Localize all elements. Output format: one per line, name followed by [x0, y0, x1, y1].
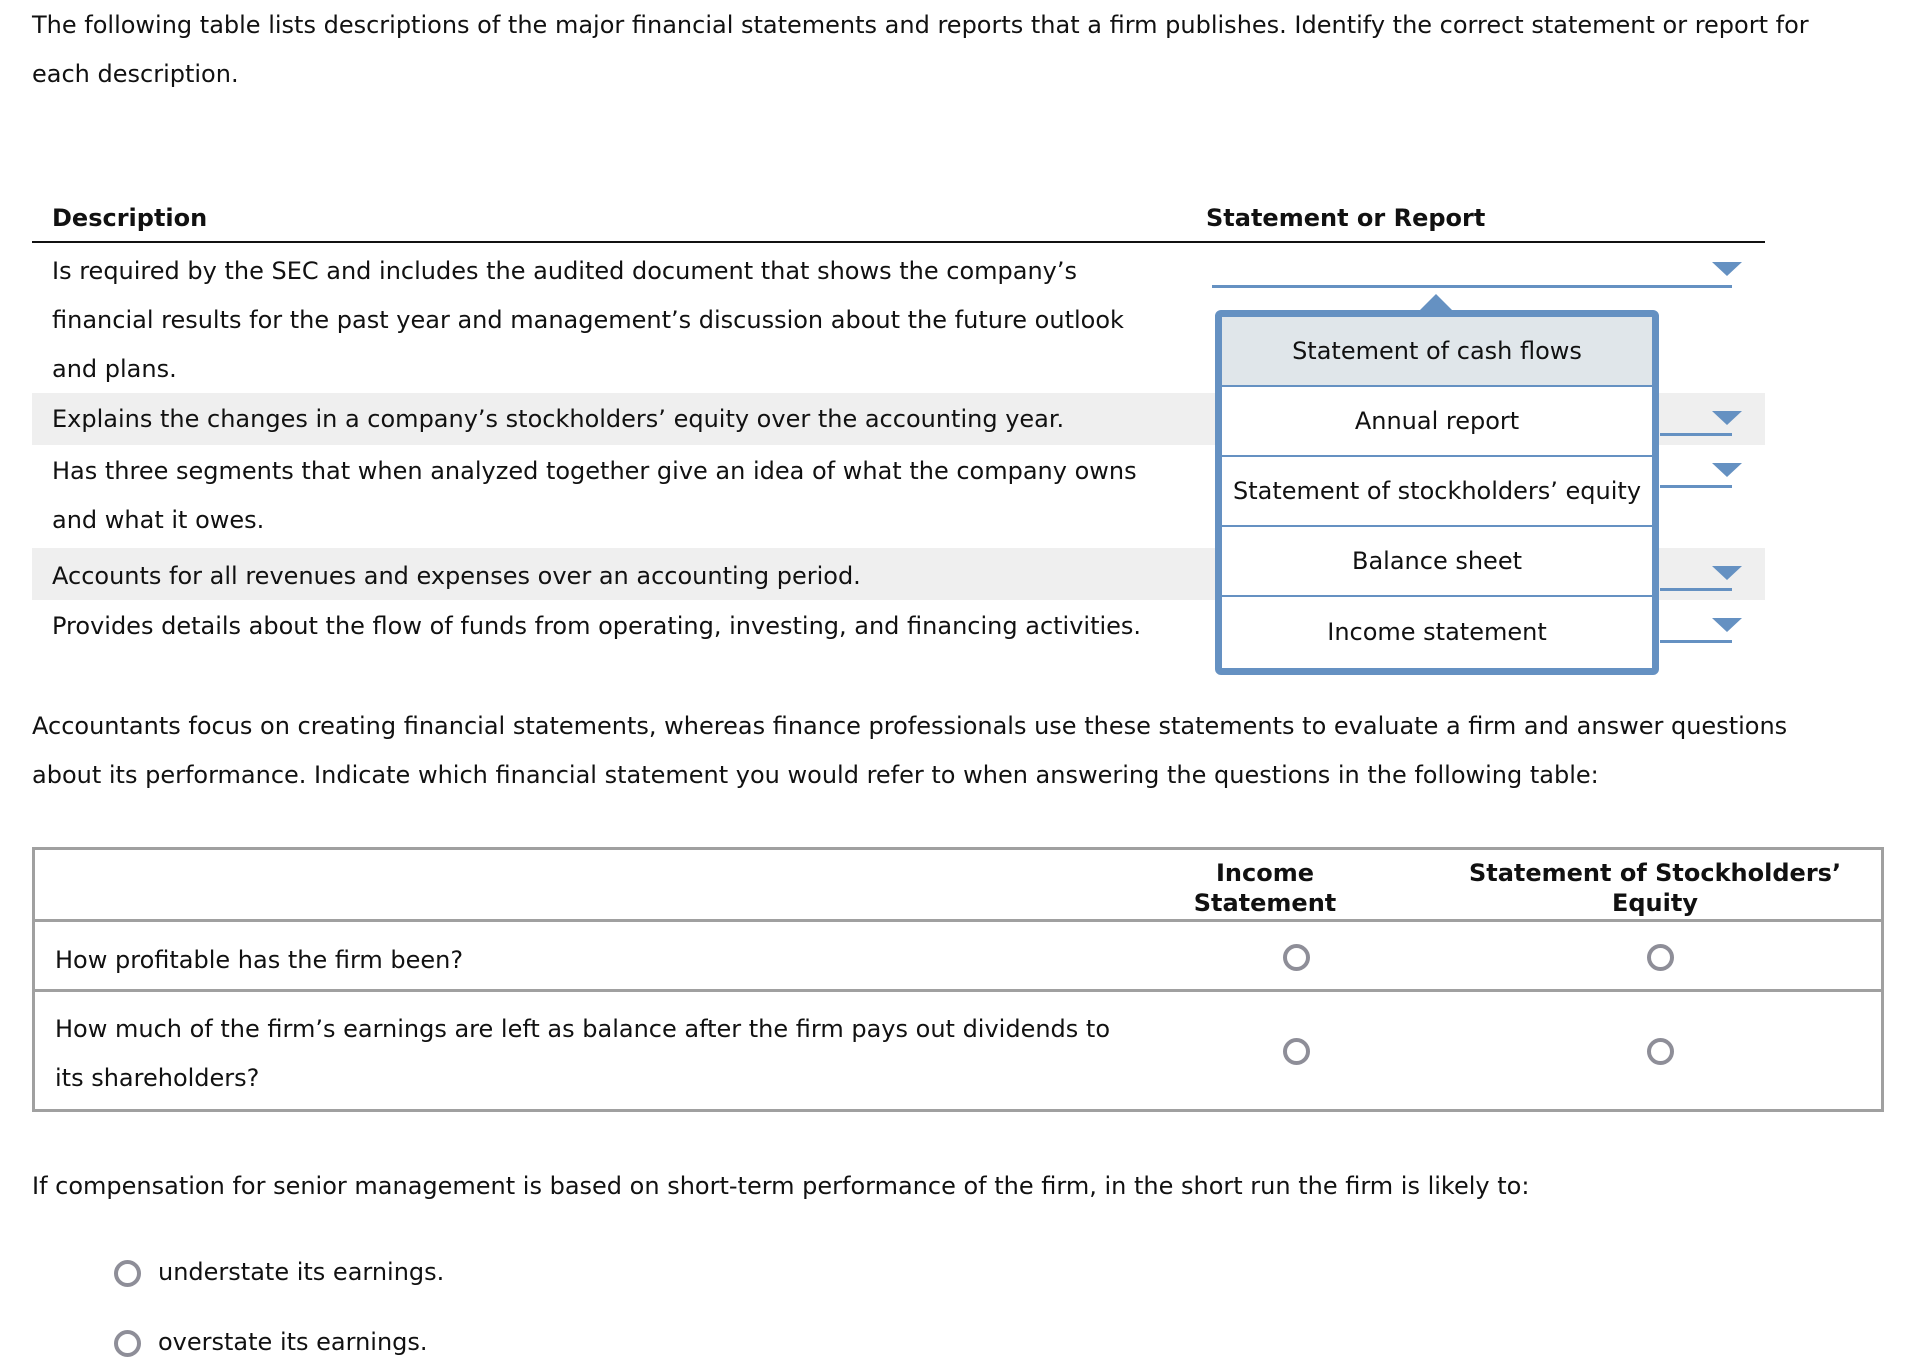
- chevron-down-icon[interactable]: [1712, 566, 1742, 580]
- question-row-1: How profitable has the firm been?: [55, 946, 464, 974]
- radio-understate[interactable]: [114, 1260, 141, 1287]
- option-balance-sheet[interactable]: Balance sheet: [1222, 527, 1652, 597]
- description-header: Description: [52, 204, 208, 232]
- col-header-income-statement: Income Statement: [1193, 859, 1337, 917]
- option-label: understate its earnings.: [158, 1258, 445, 1286]
- statement-header: Statement or Report: [1206, 204, 1486, 232]
- statement-dropdown-3[interactable]: [1660, 485, 1732, 488]
- statement-dropdown-1[interactable]: [1212, 285, 1732, 288]
- header-divider: [32, 241, 1765, 243]
- statement-dropdown-5[interactable]: [1660, 640, 1732, 643]
- intro-line-1: The following table lists descriptions o…: [32, 11, 1809, 39]
- intro-line-2: each description.: [32, 60, 239, 88]
- col-header-stockholders-equity: Statement of Stockholders’ Equity: [1468, 859, 1842, 917]
- row-description: Accounts for all revenues and expenses o…: [52, 562, 861, 590]
- option-statement-of-cash-flows[interactable]: Statement of cash flows: [1222, 317, 1652, 387]
- row-description: Provides details about the flow of funds…: [52, 612, 1142, 640]
- radio-q2-income-statement[interactable]: [1283, 1038, 1310, 1065]
- row-divider: [35, 919, 1881, 922]
- chevron-down-icon[interactable]: [1712, 618, 1742, 632]
- radio-q1-stockholders-equity[interactable]: [1647, 944, 1674, 971]
- question-3-prompt: If compensation for senior management is…: [32, 1172, 1530, 1200]
- intro-text: The following table lists descriptions o…: [32, 1, 1892, 99]
- radio-q2-stockholders-equity[interactable]: [1647, 1038, 1674, 1065]
- popup-caret: [1420, 294, 1452, 310]
- option-statement-of-stockholders-equity[interactable]: Statement of stockholders’ equity: [1222, 457, 1652, 527]
- row-description: Is required by the SEC and includes the …: [52, 257, 1124, 383]
- option-overstate[interactable]: overstate its earnings.: [114, 1328, 714, 1368]
- option-understate[interactable]: understate its earnings.: [114, 1258, 714, 1298]
- chevron-down-icon[interactable]: [1712, 262, 1742, 276]
- row-description: Has three segments that when analyzed to…: [52, 457, 1137, 534]
- statement-dropdown-2[interactable]: [1660, 433, 1732, 436]
- option-annual-report[interactable]: Annual report: [1222, 387, 1652, 457]
- option-income-statement[interactable]: Income statement: [1222, 597, 1652, 667]
- row-divider: [35, 989, 1881, 992]
- row-description: Explains the changes in a company’s stoc…: [52, 405, 1065, 433]
- chevron-down-icon[interactable]: [1712, 463, 1742, 477]
- question-row-2: How much of the firm’s earnings are left…: [55, 1015, 1111, 1092]
- radio-q1-income-statement[interactable]: [1283, 944, 1310, 971]
- statement-dropdown-4[interactable]: [1660, 588, 1732, 591]
- dropdown-options-list: Statement of cash flows Annual report St…: [1215, 310, 1659, 675]
- instructions-text: Accountants focus on creating financial …: [32, 712, 1788, 789]
- statement-matrix-table: Income Statement Statement of Stockholde…: [32, 847, 1884, 1112]
- chevron-down-icon[interactable]: [1712, 411, 1742, 425]
- radio-overstate[interactable]: [114, 1330, 141, 1357]
- option-label: overstate its earnings.: [158, 1328, 428, 1356]
